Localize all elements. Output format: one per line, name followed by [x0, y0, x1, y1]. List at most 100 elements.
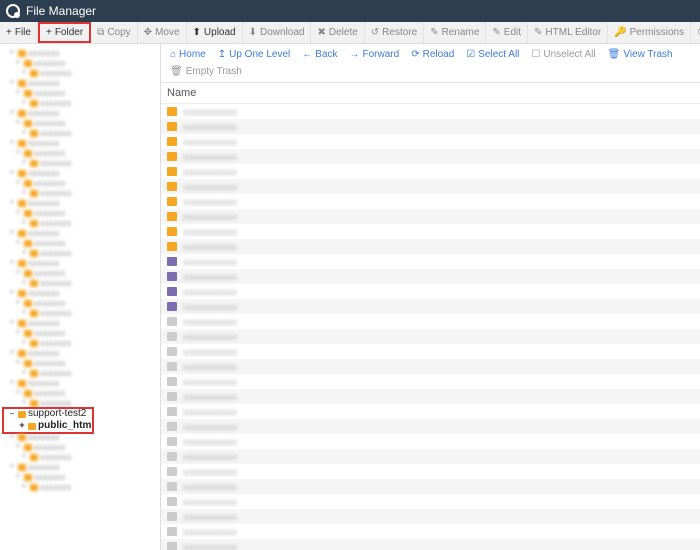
tree-item[interactable]: +xxxxxxx: [2, 268, 158, 278]
tree-item[interactable]: +xxxxxxx: [2, 98, 158, 108]
tree-item[interactable]: +xxxxxxx: [2, 188, 158, 198]
tree-item[interactable]: +xxxxxxx: [2, 238, 158, 248]
tree-toggle-icon[interactable]: +: [20, 398, 28, 408]
tree-item[interactable]: +xxxxxxx: [2, 452, 158, 462]
list-item[interactable]: xxxxxxxxxxxx: [161, 479, 700, 494]
tree-item[interactable]: +xxxxxxx: [2, 398, 158, 408]
tree-item[interactable]: +xxxxxxx: [2, 298, 158, 308]
list-item[interactable]: xxxxxxxxxxxx: [161, 254, 700, 269]
tree-toggle-icon[interactable]: +: [20, 158, 28, 168]
restore-button[interactable]: ↺Restore: [365, 22, 424, 43]
list-item[interactable]: xxxxxxxxxxxx: [161, 449, 700, 464]
copy-button[interactable]: ⧉Copy: [91, 22, 138, 43]
permissions-button[interactable]: 🔑Permissions: [608, 22, 691, 43]
tree-item[interactable]: +xxxxxxx: [2, 472, 158, 482]
list-item[interactable]: xxxxxxxxxxxx: [161, 104, 700, 119]
tree-item[interactable]: +xxxxxxx: [2, 48, 158, 58]
tree-toggle-icon[interactable]: +: [20, 188, 28, 198]
list-item[interactable]: xxxxxxxxxxxx: [161, 269, 700, 284]
list-item[interactable]: xxxxxxxxxxxx: [161, 224, 700, 239]
tree-item-public-html[interactable]: +public_html: [2, 420, 158, 432]
list-item[interactable]: xxxxxxxxxxxx: [161, 389, 700, 404]
tree-toggle-icon[interactable]: +: [8, 48, 16, 58]
tree-toggle-icon[interactable]: +: [8, 318, 16, 328]
list-item[interactable]: xxxxxxxxxxxx: [161, 509, 700, 524]
tree-item[interactable]: +xxxxxxx: [2, 108, 158, 118]
table-header[interactable]: Name: [161, 83, 700, 104]
tree-toggle-icon[interactable]: +: [14, 148, 22, 158]
list-item[interactable]: xxxxxxxxxxxx: [161, 374, 700, 389]
uponelevel-button[interactable]: ↥Up One Level: [213, 47, 296, 62]
tree-item[interactable]: +xxxxxxx: [2, 88, 158, 98]
rename-button[interactable]: ✎Rename: [424, 22, 486, 43]
tree-item[interactable]: +xxxxxxx: [2, 178, 158, 188]
list-item[interactable]: xxxxxxxxxxxx: [161, 404, 700, 419]
tree-toggle-icon[interactable]: +: [8, 168, 16, 178]
tree-toggle-icon[interactable]: +: [20, 278, 28, 288]
tree-toggle-icon[interactable]: +: [20, 338, 28, 348]
list-item[interactable]: xxxxxxxxxxxx: [161, 284, 700, 299]
tree-item[interactable]: +xxxxxxx: [2, 118, 158, 128]
tree-toggle-icon[interactable]: +: [14, 358, 22, 368]
tree-toggle-icon[interactable]: +: [14, 178, 22, 188]
tree-toggle-icon[interactable]: +: [8, 108, 16, 118]
tree-item[interactable]: +xxxxxxx: [2, 358, 158, 368]
tree-item[interactable]: +xxxxxxx: [2, 58, 158, 68]
tree-toggle-icon[interactable]: +: [20, 482, 28, 492]
file-button[interactable]: +File: [0, 22, 38, 43]
tree-toggle-icon[interactable]: +: [8, 78, 16, 88]
tree-item[interactable]: +xxxxxxx: [2, 78, 158, 88]
tree-toggle-icon[interactable]: +: [14, 208, 22, 218]
reload-button[interactable]: ⟳Reload: [406, 47, 459, 62]
tree-toggle-icon[interactable]: +: [20, 308, 28, 318]
tree-toggle-icon[interactable]: +: [20, 248, 28, 258]
tree-item[interactable]: +xxxxxxx: [2, 462, 158, 472]
tree-item[interactable]: +xxxxxxx: [2, 348, 158, 358]
tree-item[interactable]: +xxxxxxx: [2, 432, 158, 442]
edit-button[interactable]: ✎Edit: [486, 22, 528, 43]
list-item[interactable]: xxxxxxxxxxxx: [161, 344, 700, 359]
tree-item[interactable]: +xxxxxxx: [2, 68, 158, 78]
delete-button[interactable]: ✖Delete: [311, 22, 364, 43]
tree-item[interactable]: +xxxxxxx: [2, 168, 158, 178]
list-item[interactable]: xxxxxxxxxxxx: [161, 419, 700, 434]
back-button[interactable]: ←Back: [297, 47, 342, 62]
tree-item[interactable]: +xxxxxxx: [2, 368, 158, 378]
tree-item[interactable]: +xxxxxxx: [2, 338, 158, 348]
viewtrash-button[interactable]: 🗑View Trash: [603, 47, 678, 62]
tree-toggle-icon[interactable]: +: [8, 228, 16, 238]
tree-item[interactable]: +xxxxxxx: [2, 248, 158, 258]
upload-button[interactable]: ⬆Upload: [187, 22, 243, 43]
list-item[interactable]: xxxxxxxxxxxx: [161, 164, 700, 179]
emptytrash-button[interactable]: 🗑Empty Trash: [165, 64, 247, 79]
tree-toggle-icon[interactable]: +: [20, 452, 28, 462]
tree-toggle-icon[interactable]: +: [14, 58, 22, 68]
tree-item-support-test2[interactable]: –support-test2: [2, 408, 158, 420]
list-item[interactable]: xxxxxxxxxxxx: [161, 299, 700, 314]
tree-toggle-icon[interactable]: +: [20, 98, 28, 108]
tree-item[interactable]: +xxxxxxx: [2, 288, 158, 298]
tree-toggle-icon[interactable]: +: [14, 118, 22, 128]
tree-toggle-icon[interactable]: +: [20, 218, 28, 228]
list-item[interactable]: xxxxxxxxxxxx: [161, 329, 700, 344]
tree-toggle-icon[interactable]: +: [14, 238, 22, 248]
tree-toggle-icon[interactable]: +: [14, 472, 22, 482]
list-item[interactable]: xxxxxxxxxxxx: [161, 359, 700, 374]
tree-item[interactable]: +xxxxxxx: [2, 148, 158, 158]
tree-item[interactable]: +xxxxxxx: [2, 378, 158, 388]
list-item[interactable]: xxxxxxxxxxxx: [161, 524, 700, 539]
list-item[interactable]: xxxxxxxxxxxx: [161, 179, 700, 194]
download-button[interactable]: ⬇Download: [243, 22, 312, 43]
tree-item[interactable]: +xxxxxxx: [2, 198, 158, 208]
view-button[interactable]: 👁View: [691, 22, 700, 43]
list-item[interactable]: xxxxxxxxxxxx: [161, 149, 700, 164]
forward-button[interactable]: →Forward: [345, 47, 405, 62]
tree-item[interactable]: +xxxxxxx: [2, 328, 158, 338]
tree-toggle-icon[interactable]: +: [8, 288, 16, 298]
tree-toggle-icon[interactable]: +: [8, 258, 16, 268]
list-item[interactable]: xxxxxxxxxxxx: [161, 134, 700, 149]
tree-item[interactable]: +xxxxxxx: [2, 208, 158, 218]
tree-item[interactable]: +xxxxxxx: [2, 388, 158, 398]
list-item[interactable]: xxxxxxxxxxxx: [161, 194, 700, 209]
tree-toggle-icon[interactable]: +: [8, 138, 16, 148]
